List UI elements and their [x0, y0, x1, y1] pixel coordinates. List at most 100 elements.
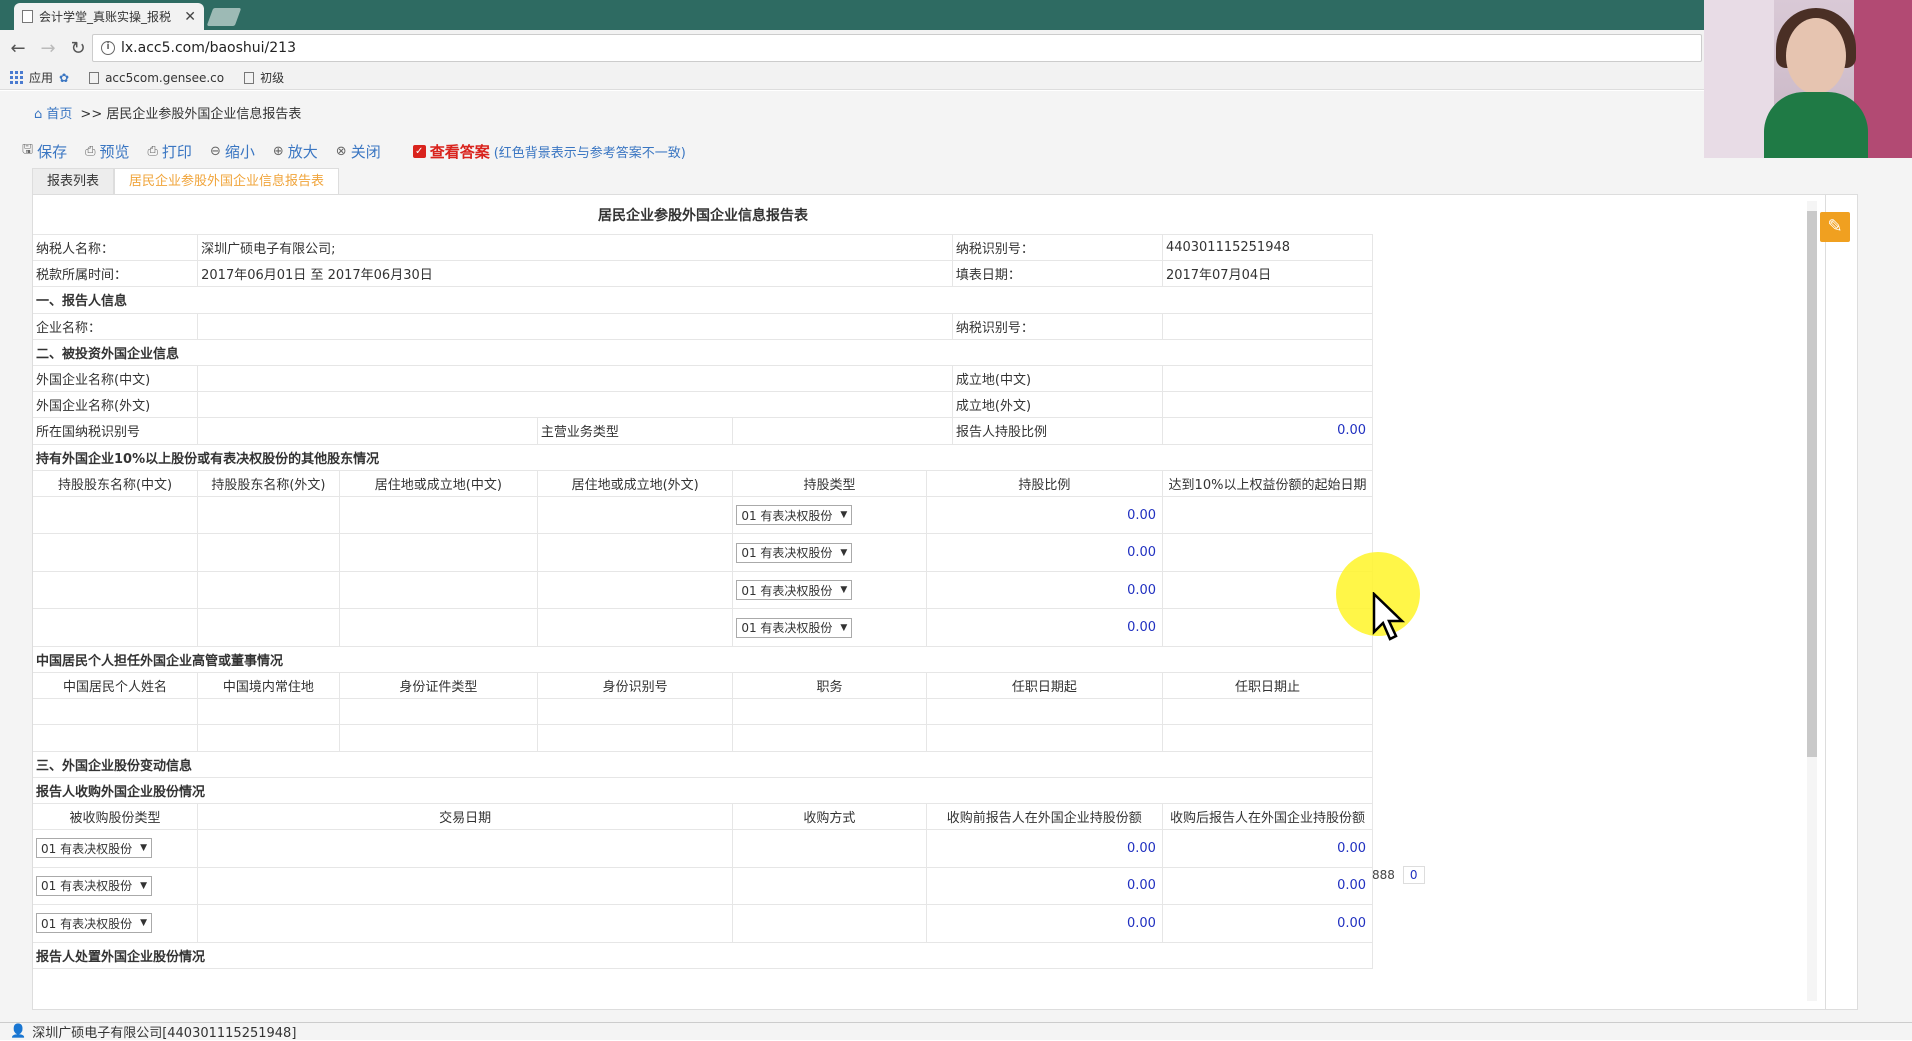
- cell-input[interactable]: [733, 725, 927, 751]
- tab-report-list[interactable]: 报表列表: [32, 168, 115, 194]
- bookmark-junior[interactable]: 初级: [244, 69, 284, 86]
- cell-input[interactable]: [33, 699, 199, 725]
- cell-input[interactable]: [538, 571, 734, 609]
- ratio-field[interactable]: 0.00: [927, 534, 1164, 571]
- view-answer-toggle[interactable]: ✓ 查看答案 (红色背景表示与参考答案不一致): [412, 141, 686, 162]
- cell-input[interactable]: [340, 609, 538, 646]
- reload-icon[interactable]: ↻: [66, 38, 90, 59]
- status-company: 深圳广硕电子有限公司[440301115251948]: [32, 1026, 297, 1041]
- cell-input[interactable]: [538, 534, 734, 571]
- label: 外国企业名称(中文): [33, 365, 199, 392]
- cell-input[interactable]: [33, 496, 199, 534]
- enterprise-name-field[interactable]: [198, 313, 953, 339]
- cell-input[interactable]: [1163, 496, 1374, 534]
- share-type-select[interactable]: 01 有表决权股份 ▼: [736, 505, 853, 526]
- cell-input[interactable]: [33, 571, 199, 609]
- main-business-field[interactable]: [733, 418, 953, 444]
- dropdown-arrow-icon: ▼: [840, 622, 848, 633]
- before-share-field[interactable]: 0.00: [927, 867, 1163, 905]
- section-header: 持有外国企业10%以上股份或有表决权股份的其他股东情况: [33, 444, 1373, 471]
- after-share-field[interactable]: 0.00: [1163, 905, 1374, 942]
- share-type-select[interactable]: 01 有表决权股份 ▼: [36, 875, 153, 896]
- info-icon[interactable]: i: [101, 41, 115, 55]
- new-tab-button[interactable]: [206, 8, 242, 26]
- zoom-out-button[interactable]: ⊖ 缩小: [210, 141, 255, 162]
- before-share-field[interactable]: 0.00: [927, 830, 1163, 867]
- cell-input[interactable]: [33, 534, 199, 571]
- cell-input[interactable]: [1163, 699, 1373, 725]
- ratio-field[interactable]: 0.00: [927, 609, 1164, 646]
- cell-input[interactable]: [538, 496, 734, 534]
- cell-input[interactable]: [1163, 534, 1374, 571]
- section-header: 报告人收购外国企业股份情况: [33, 777, 1373, 804]
- breadcrumb-home[interactable]: ⌂ 首页: [34, 103, 72, 122]
- foreign-taxid-field[interactable]: [198, 418, 538, 444]
- zoom-in-button[interactable]: ⊕ 放大: [273, 141, 318, 162]
- browser-tab[interactable]: 会计学堂_真账实操_报税 ✕: [14, 3, 204, 30]
- est-place-cn-field[interactable]: [1163, 365, 1373, 392]
- cell-input[interactable]: [340, 534, 538, 571]
- ratio-field[interactable]: 0.00: [927, 571, 1164, 609]
- cell-input[interactable]: [1163, 725, 1373, 751]
- foreign-name-en-field[interactable]: [198, 392, 953, 418]
- address-bar[interactable]: i lx.acc5.com/baoshui/213: [92, 34, 1702, 62]
- share-type-select[interactable]: 01 有表决权股份 ▼: [736, 617, 853, 638]
- after-share-field[interactable]: 0.00: [1163, 867, 1374, 905]
- table-row: [33, 699, 1373, 726]
- reporter-taxid-field[interactable]: [1163, 313, 1373, 339]
- label: 主营业务类型: [538, 418, 734, 444]
- cell-input[interactable]: [33, 725, 199, 751]
- close-button[interactable]: ⊗ 关闭: [336, 141, 381, 162]
- share-type-select[interactable]: 01 有表决权股份 ▼: [36, 913, 153, 934]
- cell-input[interactable]: [198, 534, 340, 571]
- cell-input[interactable]: [538, 725, 734, 751]
- acq-method-field[interactable]: [733, 905, 927, 942]
- cell-input[interactable]: [198, 571, 340, 609]
- cell-input[interactable]: [538, 699, 734, 725]
- cell: 01 有表决权股份 ▼: [33, 830, 199, 867]
- fill-date-value: 2017年07月04日: [1163, 261, 1373, 287]
- cell-input[interactable]: [198, 609, 340, 646]
- back-icon[interactable]: ←: [6, 38, 30, 59]
- url-text: lx.acc5.com/baoshui/213: [121, 40, 296, 56]
- ratio-field[interactable]: 0.00: [927, 496, 1164, 534]
- forward-icon[interactable]: →: [36, 38, 60, 59]
- scrollbar-thumb[interactable]: [1807, 211, 1817, 757]
- share-type-select[interactable]: 01 有表决权股份 ▼: [736, 580, 853, 601]
- acq-method-field[interactable]: [733, 830, 927, 867]
- trade-date-field[interactable]: [198, 867, 734, 905]
- trade-date-field[interactable]: [198, 905, 734, 942]
- preview-button[interactable]: ⎙ 预览: [85, 141, 129, 162]
- acq-method-field[interactable]: [733, 867, 927, 905]
- cell-input[interactable]: [340, 699, 538, 725]
- cell-input[interactable]: [733, 699, 927, 725]
- cell-input[interactable]: [927, 725, 1164, 751]
- edit-pencil-button[interactable]: ✎: [1820, 212, 1850, 242]
- print-button[interactable]: ⎙ 打印: [148, 141, 192, 162]
- holding-ratio-field[interactable]: 0.00: [1163, 418, 1374, 444]
- bookmark-apps[interactable]: 应用 ✿: [10, 69, 69, 86]
- label: 成立地(外文): [953, 392, 1163, 418]
- close-icon[interactable]: ✕: [184, 9, 196, 25]
- share-type-select[interactable]: 01 有表决权股份 ▼: [736, 542, 853, 563]
- tab-current-report[interactable]: 居民企业参股外国企业信息报告表: [114, 168, 340, 194]
- before-share-field[interactable]: 0.00: [927, 905, 1163, 942]
- trade-date-field[interactable]: [198, 830, 734, 867]
- est-place-en-field[interactable]: [1163, 392, 1373, 418]
- bookmark-gensee[interactable]: acc5com.gensee.co: [89, 71, 224, 85]
- save-button[interactable]: 🖫 保存: [22, 140, 67, 162]
- cell-input[interactable]: [198, 496, 340, 534]
- cell-input[interactable]: [927, 699, 1164, 725]
- cell-input[interactable]: [33, 609, 199, 646]
- cell-input[interactable]: [538, 609, 734, 646]
- after-share-field[interactable]: 0.00: [1163, 830, 1374, 867]
- report-tabs: 报表列表 居民企业参股外国企业信息报告表: [32, 168, 340, 194]
- cell-input[interactable]: [198, 699, 340, 725]
- cell-input[interactable]: [340, 496, 538, 534]
- cell-input[interactable]: [198, 725, 340, 751]
- cell-input[interactable]: [340, 725, 538, 751]
- foreign-name-cn-field[interactable]: [198, 365, 953, 392]
- share-type-select[interactable]: 01 有表决权股份 ▼: [36, 838, 153, 859]
- cell-input[interactable]: [340, 571, 538, 609]
- extra-value-b[interactable]: 0: [1402, 866, 1425, 884]
